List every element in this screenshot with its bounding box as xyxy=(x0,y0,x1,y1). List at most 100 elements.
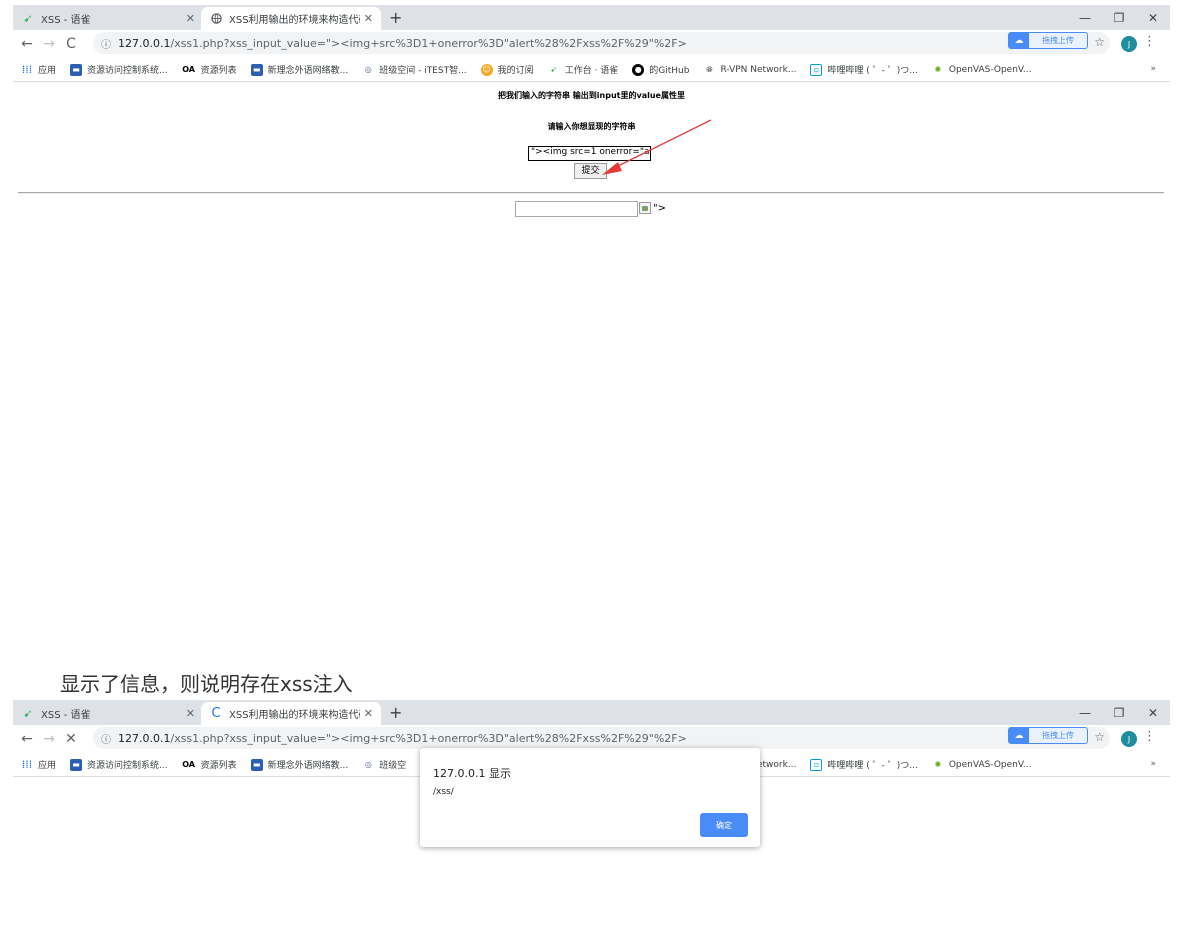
bookmark-item[interactable]: ✺ OpenVAS-OpenV... xyxy=(932,64,1032,76)
broken-image-icon xyxy=(639,202,651,214)
minimize-icon[interactable]: — xyxy=(1068,700,1102,725)
stop-icon[interactable]: ✕ xyxy=(60,731,82,747)
reflected-suffix-text: "> xyxy=(653,202,666,214)
info-icon[interactable]: ⓘ xyxy=(101,36,111,51)
close-icon[interactable]: ✕ xyxy=(364,707,373,720)
close-window-icon[interactable]: ✕ xyxy=(1136,5,1170,30)
baidu-upload-label: 拖拽上传 xyxy=(1042,731,1074,740)
bookmark-item[interactable]: ▬ 新理念外语网络教... xyxy=(250,63,348,76)
loading-spinner-icon: C xyxy=(211,706,221,721)
bookmark-apps[interactable]: ⁞⁞⁞ 应用 xyxy=(21,63,56,76)
star-icon[interactable]: ☆ xyxy=(1094,730,1105,744)
yuque-icon: ➹ xyxy=(23,12,33,25)
close-icon[interactable]: ✕ xyxy=(186,707,195,720)
bookmark-item[interactable]: ● 的GitHub xyxy=(632,63,689,76)
bookmark-item[interactable]: 🌐︎ R-VPN Network... xyxy=(703,64,796,76)
github-icon: ● xyxy=(632,63,645,76)
close-icon[interactable]: ✕ xyxy=(186,12,195,25)
bilibili-icon: ▫ xyxy=(810,63,823,76)
horizontal-rule xyxy=(18,192,1164,194)
dialog-title: 127.0.0.1 显示 xyxy=(433,767,511,780)
forward-icon[interactable]: → xyxy=(38,731,60,747)
bookmark-label: 哔哩哔哩 ( ゜- ゜)つ... xyxy=(827,761,918,771)
minimize-icon[interactable]: — xyxy=(1068,5,1102,30)
page-content: 把我们输入的字符串 输出到input里的value属性里 请输入你想显现的字符串… xyxy=(13,82,1170,696)
tab-title: XSS - 语雀 xyxy=(41,15,91,26)
bookmark-label: R-VPN Network... xyxy=(720,64,797,75)
back-icon[interactable]: ← xyxy=(16,731,38,747)
dialog-message: /xss/ xyxy=(433,787,454,797)
bookmark-item[interactable]: ☺ 我的订阅 xyxy=(480,63,534,76)
menu-icon[interactable]: ⋮ xyxy=(1143,729,1156,744)
itest-icon: ◎ xyxy=(364,65,372,74)
url-path: /xss1.php?xss_input_value="><img+src%3D1… xyxy=(170,36,687,50)
bilibili-icon: ▫ xyxy=(810,758,823,771)
bookmark-item[interactable]: ➹ 工作台 · 语雀 xyxy=(548,63,618,76)
tab-title: XSS利用输出的环境来构造代码 xyxy=(229,15,360,26)
baidu-upload-button[interactable]: ☁ 拖拽上传 xyxy=(1008,32,1088,49)
tab-xss-yuque[interactable]: ➹ XSS - 语雀 ✕ xyxy=(13,702,203,725)
star-icon[interactable]: ☆ xyxy=(1094,35,1105,49)
bookmark-label: 资源访问控制系统... xyxy=(87,66,168,76)
reflected-input-field[interactable] xyxy=(515,201,638,217)
restore-icon[interactable]: ❐ xyxy=(1102,700,1136,725)
avatar[interactable]: J xyxy=(1121,36,1137,52)
alert-dialog: 127.0.0.1 显示 /xss/ 确定 xyxy=(420,748,760,847)
tab-xss-yuque[interactable]: ➹ XSS - 语雀 ✕ xyxy=(13,7,203,30)
avatar[interactable]: J xyxy=(1121,731,1137,747)
bookmark-label: 应用 xyxy=(38,66,57,76)
tab-strip: ➹ XSS - 语雀 ✕ XSS利用输出的环境来构造代码 ✕ + — ❐ ✕ xyxy=(13,5,1170,30)
bookmarks-overflow-icon[interactable]: » xyxy=(1150,759,1156,769)
baidu-upload-label: 拖拽上传 xyxy=(1042,36,1074,45)
menu-icon[interactable]: ⋮ xyxy=(1143,34,1156,49)
tab-strip: ➹ XSS - 语雀 ✕ C XSS利用输出的环境来构造代码 ✕ + — ❐ ✕ xyxy=(13,700,1170,725)
url-host: 127.0.0.1 xyxy=(118,731,171,745)
bookmark-label: 的GitHub xyxy=(649,66,690,76)
bookmark-item[interactable]: ▫ 哔哩哔哩 ( ゜- ゜)つ... xyxy=(810,758,918,771)
openvas-icon: ✺ xyxy=(934,760,942,769)
browser-window-1: ➹ XSS - 语雀 ✕ XSS利用输出的环境来构造代码 ✕ + — ❐ ✕ ←… xyxy=(13,5,1170,697)
bookmark-item[interactable]: OA 资源列表 xyxy=(182,758,237,771)
address-bar[interactable]: ⓘ 127.0.0.1/xss1.php?xss_input_value="><… xyxy=(93,32,1110,54)
baidu-cloud-icon: ☁ xyxy=(1009,728,1029,743)
window-controls: — ❐ ✕ xyxy=(1068,5,1170,30)
yuque-icon: ➹ xyxy=(550,65,558,74)
bookmark-label: 资源访问控制系统... xyxy=(87,761,168,771)
bookmark-label: 班级空 xyxy=(379,761,407,771)
restore-icon[interactable]: ❐ xyxy=(1102,5,1136,30)
bookmark-label: 班级空间 - iTEST智... xyxy=(379,66,467,76)
back-icon[interactable]: ← xyxy=(16,36,38,52)
new-tab-icon[interactable]: + xyxy=(389,7,402,29)
input-prompt: 请输入你想显现的字符串 xyxy=(547,122,636,131)
bookmarks-overflow-icon[interactable]: » xyxy=(1150,64,1156,74)
bookmark-label: OpenVAS-OpenV... xyxy=(948,64,1032,75)
toolbar: ← → C ⓘ 127.0.0.1/xss1.php?xss_input_val… xyxy=(13,30,1170,58)
close-window-icon[interactable]: ✕ xyxy=(1136,700,1170,725)
baidu-cloud-icon: ☁ xyxy=(1009,33,1029,48)
bookmark-item[interactable]: ▬ 新理念外语网络教... xyxy=(250,758,348,771)
bookmark-item[interactable]: ✺ OpenVAS-OpenV... xyxy=(932,759,1031,771)
tab-title: XSS - 语雀 xyxy=(41,710,91,721)
close-icon[interactable]: ✕ xyxy=(364,12,373,25)
tab-xss-env[interactable]: XSS利用输出的环境来构造代码 ✕ xyxy=(201,7,381,30)
bookmark-item[interactable]: ▬ 资源访问控制系统... xyxy=(70,63,168,76)
apps-grid-icon: ⁞⁞⁞ xyxy=(21,758,33,771)
info-icon[interactable]: ⓘ xyxy=(101,731,111,746)
address-bar[interactable]: ⓘ 127.0.0.1/xss1.php?xss_input_value="><… xyxy=(93,727,1110,749)
bookmark-apps[interactable]: ⁞⁞⁞ 应用 xyxy=(21,758,56,771)
apps-grid-icon: ⁞⁞⁞ xyxy=(21,63,33,76)
bookmark-item[interactable]: OA 资源列表 xyxy=(182,63,236,76)
forward-icon[interactable]: → xyxy=(38,36,60,52)
new-tab-icon[interactable]: + xyxy=(389,702,402,724)
tab-xss-env[interactable]: C XSS利用输出的环境来构造代码 ✕ xyxy=(201,702,381,725)
baidu-upload-button[interactable]: ☁ 拖拽上传 xyxy=(1008,727,1088,744)
bookmark-label: 资源列表 xyxy=(200,761,237,771)
window-controls: — ❐ ✕ xyxy=(1068,700,1170,725)
bookmark-item[interactable]: ▬ 资源访问控制系统... xyxy=(70,758,168,771)
bookmark-item[interactable]: ◎ 班级空间 - iTEST智... xyxy=(362,63,467,76)
ok-button[interactable]: 确定 xyxy=(700,813,748,837)
bookmark-item[interactable]: ◎ 班级空 xyxy=(362,758,407,771)
reload-icon[interactable]: C xyxy=(60,36,82,52)
bookmark-item[interactable]: ▫ 哔哩哔哩 ( ゜- ゜)つ... xyxy=(810,63,918,76)
broken-image: "> xyxy=(639,202,666,214)
